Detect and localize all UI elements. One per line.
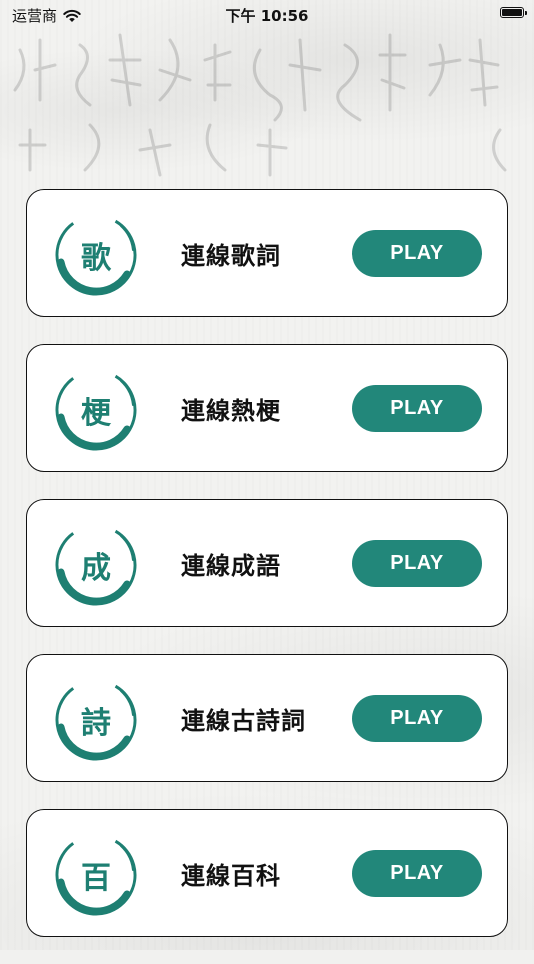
brush-circle-badge: 成 — [51, 520, 141, 610]
game-card-encyclopedia: 百 連線百科 PLAY — [26, 809, 508, 937]
game-card-memes: 梗 連線熱梗 PLAY — [26, 344, 508, 472]
play-button-idioms[interactable]: PLAY — [352, 540, 482, 587]
battery-level — [502, 9, 522, 16]
status-bar: 运营商 下午 10:56 — [0, 0, 534, 28]
game-title: 連線成語 — [181, 551, 281, 580]
play-button-memes[interactable]: PLAY — [352, 385, 482, 432]
game-card-poems: 詩 連線古詩詞 PLAY — [26, 654, 508, 782]
brush-circle-badge: 歌 — [51, 210, 141, 300]
game-title: 連線歌詞 — [181, 241, 281, 270]
game-list: 歌 連線歌詞 PLAY 梗 連線熱梗 PLAY 成 連線成語 PLAY 詩 連線… — [26, 189, 508, 964]
game-title: 連線古詩詞 — [181, 706, 306, 735]
brush-circle-badge: 梗 — [51, 365, 141, 455]
badge-character: 百 — [81, 861, 111, 896]
badge-character: 詩 — [81, 706, 111, 741]
badge-character: 梗 — [81, 396, 111, 431]
badge-character: 成 — [81, 551, 111, 586]
game-card-lyrics: 歌 連線歌詞 PLAY — [26, 189, 508, 317]
brush-circle-badge: 百 — [51, 830, 141, 920]
game-title: 連線百科 — [181, 861, 281, 890]
game-card-idioms: 成 連線成語 PLAY — [26, 499, 508, 627]
play-button-poems[interactable]: PLAY — [352, 695, 482, 742]
game-title: 連線熱梗 — [181, 396, 281, 425]
status-time: 下午 10:56 — [225, 7, 309, 25]
calligraphy-background-decoration — [13, 33, 507, 177]
play-button-encyclopedia[interactable]: PLAY — [352, 850, 482, 897]
play-button-lyrics[interactable]: PLAY — [352, 230, 482, 277]
brush-circle-badge: 詩 — [51, 675, 141, 765]
badge-character: 歌 — [81, 241, 111, 276]
battery-icon — [500, 7, 527, 18]
